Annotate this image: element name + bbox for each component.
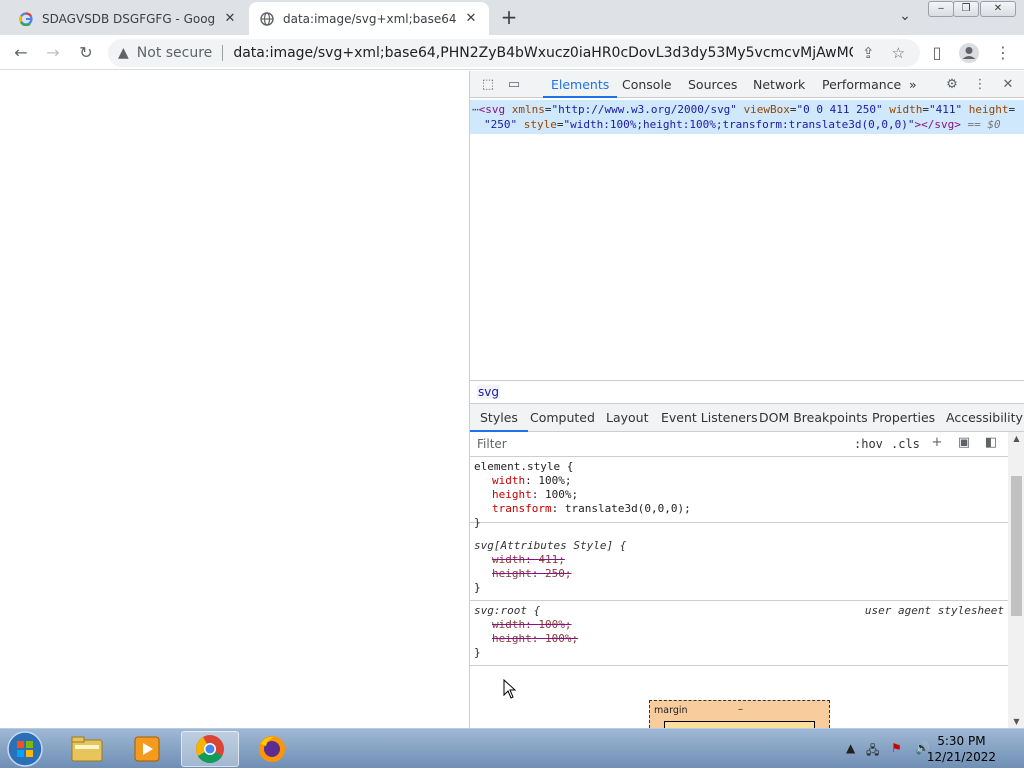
close-tab-icon[interactable]: ✕ (222, 11, 238, 27)
tab-search-chevron-icon[interactable]: ⌄ (893, 8, 917, 28)
start-button[interactable] (6, 730, 44, 768)
scroll-up-icon[interactable]: ▲ (1008, 434, 1024, 443)
subtab-dom-breakpoints[interactable]: DOM Breakpoints (759, 404, 868, 432)
cls-toggle[interactable]: .cls (891, 437, 920, 451)
subtab-properties[interactable]: Properties (872, 404, 935, 432)
windows-taskbar: ▲ 🖧 ⚑ 🔊 5:30 PM 12/21/2022 (0, 728, 1024, 768)
tab-performance[interactable]: Performance (822, 71, 901, 98)
hov-toggle[interactable]: :hov (854, 437, 883, 451)
tab-elements[interactable]: Elements (542, 71, 618, 98)
action-center-flag-icon[interactable]: ⚑ (891, 741, 902, 755)
toggle-sidebar-icon[interactable]: ◧ (982, 435, 1000, 453)
windows-logo-icon (7, 731, 43, 767)
styles-scrollbar[interactable]: ▲ ▼ (1008, 432, 1024, 728)
style-rules: element.style { width: 100%; height: 100… (470, 457, 1008, 728)
url-text[interactable]: data:image/svg+xml;base64,PHN2ZyB4bWxucz… (233, 45, 853, 61)
settings-gear-icon[interactable]: ⚙ (942, 75, 962, 95)
profile-avatar-icon[interactable] (956, 40, 982, 66)
close-window-button[interactable]: ✕ (980, 1, 1016, 17)
close-devtools-icon[interactable]: ✕ (998, 75, 1018, 95)
browser-toolbar: ← → ↻ ▲ Not secure data:image/svg+xml;ba… (0, 35, 1024, 70)
inspect-element-icon[interactable]: ⬚ (478, 75, 498, 95)
elements-tree[interactable]: ⋯<svg xmlns="http://www.w3.org/2000/svg"… (470, 99, 1024, 380)
security-status[interactable]: Not secure (137, 45, 213, 61)
taskbar-firefox[interactable] (243, 731, 301, 767)
system-clock[interactable]: 5:30 PM 12/21/2022 (927, 733, 996, 765)
google-g-icon (18, 11, 34, 27)
reload-icon[interactable]: ↻ (73, 40, 99, 66)
taskbar-media-player[interactable] (118, 731, 176, 767)
user-agent-source: user agent stylesheet (864, 604, 1004, 617)
devtools-menu-icon[interactable]: ⋮ (970, 75, 990, 95)
new-tab-icon[interactable]: + (497, 6, 521, 30)
divider (222, 45, 224, 61)
devtools-tabbar: ⬚ ▭ Elements Console Sources Network Per… (470, 71, 1024, 98)
back-arrow-icon[interactable]: ← (8, 40, 34, 66)
folder-icon (71, 736, 103, 762)
network-icon[interactable]: 🖧 (866, 741, 879, 762)
forward-arrow-icon[interactable]: → (40, 40, 66, 66)
more-tabs-icon[interactable]: » (909, 71, 917, 98)
rule-svg-attributes[interactable]: svg[Attributes Style] { width: 411; heig… (470, 536, 1008, 601)
tab-title: SDAGVSDB DSGFGFG - Google S (42, 11, 216, 26)
chrome-icon (196, 735, 224, 763)
rule-svg-root[interactable]: svg:root { user agent stylesheet width: … (470, 601, 1008, 666)
selected-dom-node[interactable]: ⋯<svg xmlns="http://www.w3.org/2000/svg"… (470, 100, 1024, 134)
subtab-event-listeners[interactable]: Event Listeners (661, 404, 758, 432)
scrollbar-thumb[interactable] (1011, 476, 1022, 616)
taskbar-chrome[interactable] (181, 731, 239, 767)
tab-sources[interactable]: Sources (688, 71, 737, 98)
tab-title: data:image/svg+xml;base64,PHN (283, 11, 457, 26)
box-model-diagram: margin – (649, 700, 830, 731)
tab-console[interactable]: Console (622, 71, 672, 98)
scroll-down-icon[interactable]: ▼ (1008, 717, 1024, 726)
share-icon[interactable]: ⇪ (853, 44, 883, 62)
tab-strip: SDAGVSDB DSGFGFG - Google S ✕ data:image… (0, 0, 1024, 35)
globe-icon (259, 11, 275, 27)
menu-kebab-icon[interactable]: ⋮ (990, 40, 1016, 66)
tab-google[interactable]: SDAGVSDB DSGFGFG - Google S ✕ (8, 2, 248, 35)
breadcrumb: svg (470, 380, 1024, 404)
breadcrumb-svg[interactable]: svg (477, 385, 500, 399)
tab-svg-data[interactable]: data:image/svg+xml;base64,PHN ✕ (249, 2, 489, 35)
tab-network[interactable]: Network (753, 71, 805, 98)
styles-subtabbar: Styles Computed Layout Event Listeners D… (470, 404, 1024, 432)
paint-brush-icon[interactable]: ▣ (955, 435, 973, 453)
minimize-button[interactable]: ‒ (928, 1, 954, 17)
show-hidden-icons-icon[interactable]: ▲ (846, 741, 855, 755)
devtools-panel: ⬚ ▭ Elements Console Sources Network Per… (469, 71, 1024, 731)
mouse-cursor-icon (503, 679, 517, 699)
close-tab-icon[interactable]: ✕ (463, 11, 479, 27)
side-panel-icon[interactable]: ▯ (924, 40, 950, 66)
warning-triangle-icon[interactable]: ▲ (118, 45, 129, 61)
page-viewport[interactable] (0, 71, 469, 728)
address-bar[interactable]: ▲ Not secure data:image/svg+xml;base64,P… (108, 39, 920, 67)
subtab-computed[interactable]: Computed (530, 404, 595, 432)
rule-element-style[interactable]: element.style { width: 100%; height: 100… (470, 457, 1008, 529)
subtab-layout[interactable]: Layout (606, 404, 649, 432)
new-rule-plus-icon[interactable]: + (928, 435, 946, 453)
subtab-accessibility[interactable]: Accessibility (946, 404, 1023, 432)
bookmark-star-icon[interactable]: ☆ (883, 44, 913, 62)
subtab-styles[interactable]: Styles (470, 404, 528, 432)
taskbar-explorer[interactable] (58, 731, 116, 767)
firefox-icon (259, 736, 285, 762)
filter-input[interactable]: Filter (477, 437, 507, 451)
restore-button[interactable]: ❐ (953, 1, 979, 17)
styles-filter-bar: Filter :hov .cls + ▣ ◧ (470, 432, 1008, 457)
device-toolbar-icon[interactable]: ▭ (504, 75, 524, 95)
media-player-icon (134, 736, 160, 762)
